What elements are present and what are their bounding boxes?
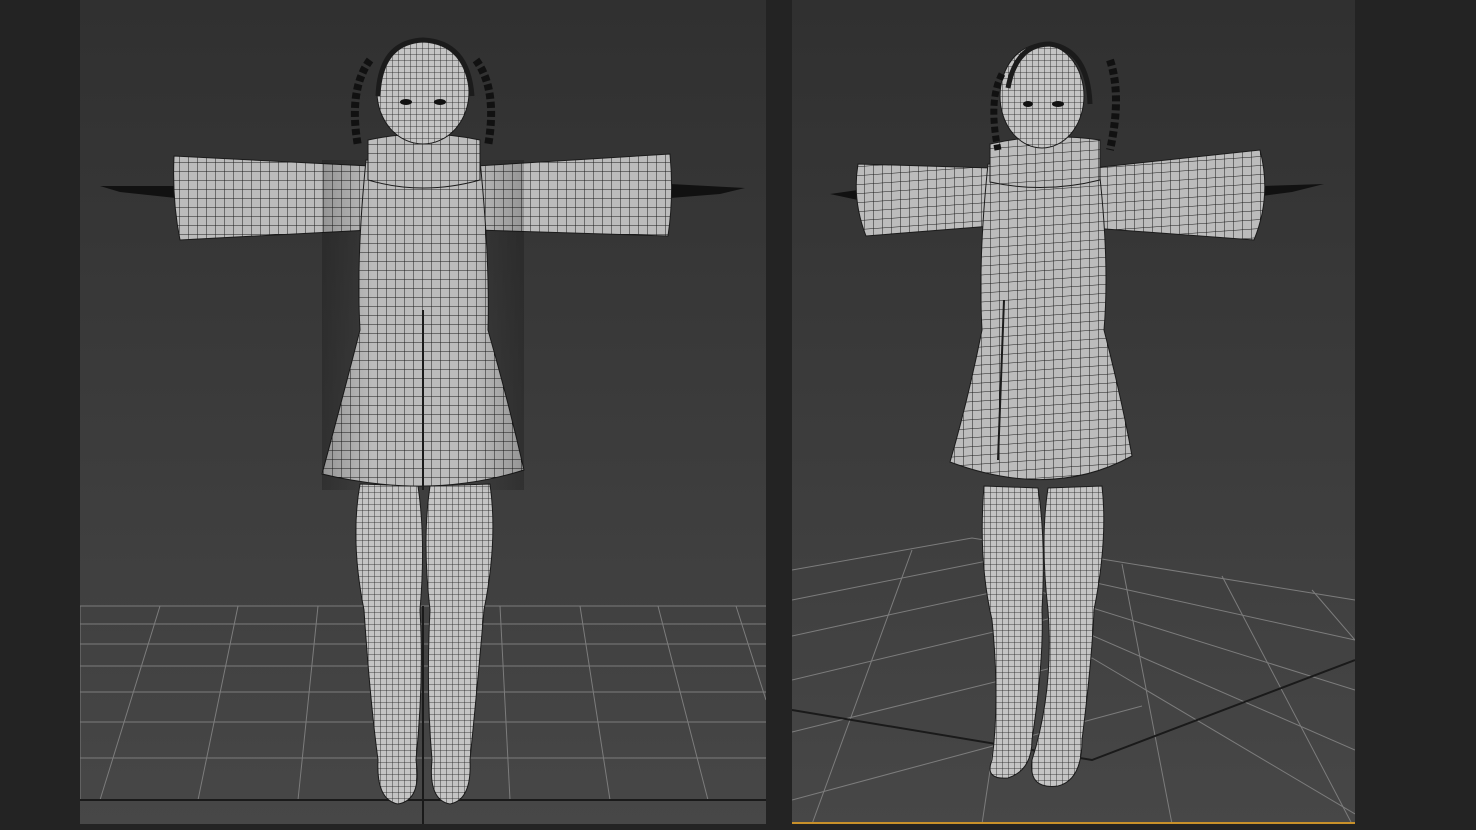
perspective-viewport-canvas	[792, 41, 1355, 824]
right-hand	[1262, 184, 1324, 196]
left-sleeve	[855, 163, 993, 237]
active-viewport-border	[792, 822, 1355, 824]
viewport-front[interactable]	[80, 0, 766, 824]
front-viewport-canvas	[80, 37, 766, 824]
right-sleeve	[1091, 149, 1266, 241]
eye-right	[434, 99, 446, 105]
braid-left	[990, 72, 1006, 151]
braid-right	[472, 57, 496, 147]
braid-left	[350, 57, 374, 147]
character-model-perspective[interactable]	[830, 41, 1324, 787]
head	[999, 43, 1085, 149]
right-hand	[670, 184, 745, 198]
viewport-perspective[interactable]	[792, 0, 1355, 824]
left-hand	[100, 186, 176, 198]
braid-right	[1106, 58, 1120, 151]
eye-right	[1052, 101, 1064, 107]
eye-left	[400, 99, 412, 105]
eye-left	[1023, 101, 1033, 107]
left-hand	[830, 190, 858, 200]
